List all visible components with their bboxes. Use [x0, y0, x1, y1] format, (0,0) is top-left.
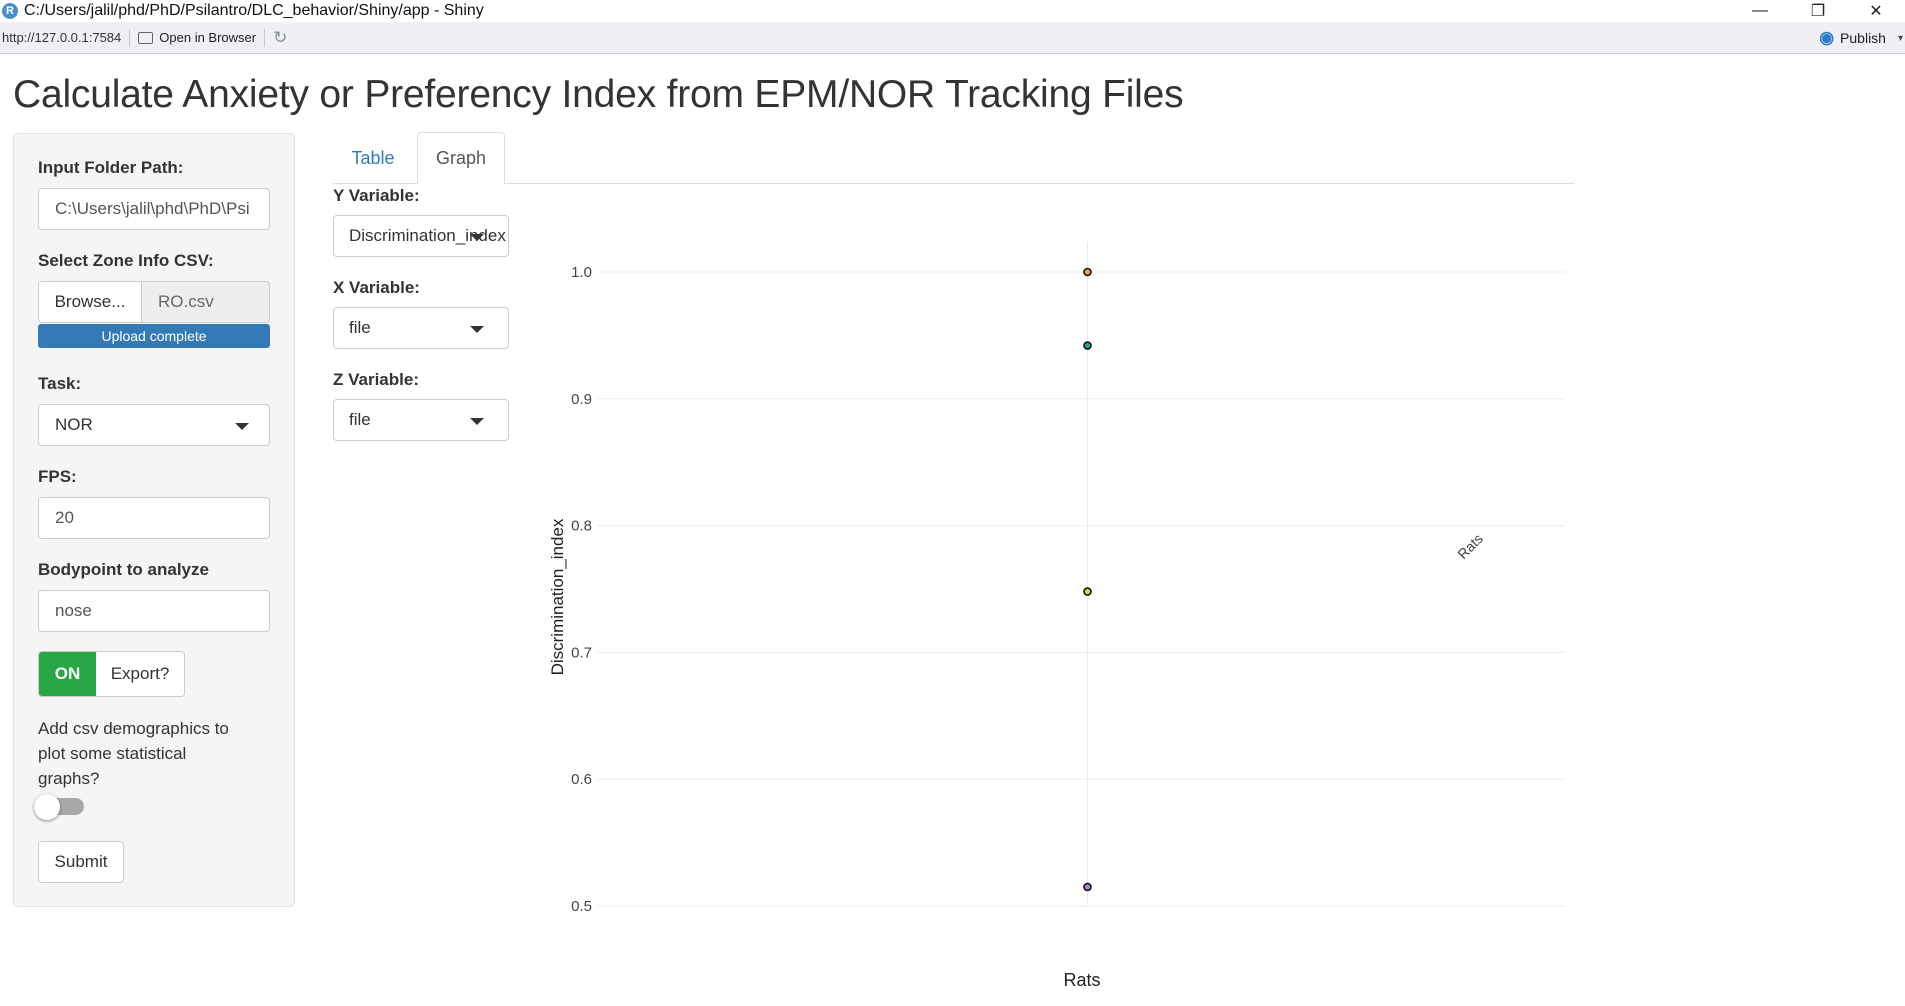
z-variable-select[interactable]: file: [333, 399, 509, 441]
y-tick-label: 0.6: [571, 771, 592, 788]
chart-grid: [597, 242, 1565, 907]
selected-file-name: RO.csv: [142, 281, 270, 323]
y-tick-label: 1.0: [571, 264, 592, 281]
upload-progress-bar: Upload complete: [38, 324, 270, 348]
demographics-toggle[interactable]: [34, 794, 86, 820]
browser-window-icon: [138, 31, 154, 44]
tab-table[interactable]: Table: [333, 132, 413, 184]
folder-path-label: Input Folder Path:: [38, 158, 184, 177]
data-point[interactable]: [1083, 267, 1092, 277]
caret-down-icon: [470, 326, 484, 333]
x-tick-label: Rats: [1454, 530, 1486, 562]
refresh-icon[interactable]: ↻: [273, 28, 287, 48]
close-button[interactable]: ✕: [1847, 0, 1905, 22]
y-variable-label: Y Variable:: [333, 186, 420, 205]
publish-icon: ◉: [1819, 28, 1835, 47]
export-switch[interactable]: ON Export?: [38, 651, 185, 697]
demographics-label: Add csv demographics to plot some statis…: [38, 719, 229, 788]
toolbar-divider: [129, 28, 131, 47]
publish-button[interactable]: ◉ Publish ▾: [1819, 22, 1903, 54]
y-tick-labels: Rats 0.5 0.6 0.7 0.8 0.9 1.0: [571, 264, 1486, 915]
submit-button[interactable]: Submit: [38, 841, 124, 883]
window-titlebar: R C:/Users/jalil/phd/PhD/Psilantro/DLC_b…: [0, 0, 1905, 22]
caret-down-icon: [470, 234, 484, 241]
sidebar-panel: Input Folder Path: C:\Users\jalil\phd\Ph…: [13, 133, 295, 907]
data-point[interactable]: [1083, 882, 1092, 892]
y-variable-select[interactable]: Discrimination_index: [333, 215, 509, 257]
chevron-down-icon[interactable]: ▾: [1898, 33, 1903, 44]
toggle-knob: [34, 794, 60, 820]
task-select[interactable]: NOR: [38, 404, 270, 446]
caret-down-icon: [235, 423, 249, 430]
x-variable-value: file: [349, 318, 371, 337]
window-title: C:/Users/jalil/phd/PhD/Psilantro/DLC_beh…: [24, 2, 484, 19]
url-text: http://127.0.0.1:7584: [2, 30, 122, 45]
bodypoint-label: Bodypoint to analyze: [38, 560, 209, 579]
page-title: Calculate Anxiety or Preferency Index fr…: [13, 73, 1184, 116]
z-variable-value: file: [349, 410, 371, 429]
restore-button[interactable]: ❐: [1789, 0, 1847, 22]
minimize-button[interactable]: —: [1731, 0, 1789, 22]
fps-input[interactable]: 20: [38, 497, 270, 539]
viewer-toolbar: http://127.0.0.1:7584 Open in Browser ↻ …: [0, 22, 1905, 54]
folder-path-input[interactable]: C:\Users\jalil\phd\PhD\Psi: [38, 188, 270, 230]
publish-label: Publish: [1840, 30, 1886, 46]
x-variable-select[interactable]: file: [333, 307, 509, 349]
fps-label: FPS:: [38, 467, 77, 486]
data-point[interactable]: [1083, 587, 1092, 596]
bodypoint-input[interactable]: nose: [38, 590, 270, 632]
window-controls: — ❐ ✕: [1731, 0, 1905, 22]
x-variable-label: X Variable:: [333, 278, 420, 297]
task-selected-value: NOR: [55, 415, 93, 434]
zone-csv-file-input: Browse... RO.csv: [38, 281, 270, 323]
task-label: Task:: [38, 374, 82, 393]
caret-down-icon: [470, 418, 484, 425]
y-axis-title: Discrimination_index: [548, 518, 567, 675]
open-in-browser-button[interactable]: Open in Browser: [138, 30, 256, 45]
export-label: Export?: [96, 652, 184, 696]
tab-bar: Table Graph: [333, 132, 1574, 185]
export-on-toggle[interactable]: ON: [39, 652, 96, 696]
data-point[interactable]: [1083, 341, 1092, 350]
toolbar-divider: [264, 28, 266, 47]
browse-button[interactable]: Browse...: [38, 281, 142, 323]
tab-graph[interactable]: Graph: [417, 132, 505, 185]
zone-csv-label: Select Zone Info CSV:: [38, 251, 214, 270]
y-tick-label: 0.9: [571, 391, 592, 408]
x-axis-title: Rats: [1063, 970, 1100, 990]
z-variable-label: Z Variable:: [333, 370, 419, 389]
r-logo-icon: R: [2, 3, 18, 19]
y-tick-label: 0.7: [571, 644, 592, 661]
scatter-chart: Rats 0.5 0.6 0.7 0.8 0.9 1.0 Rats Discriminati…: [548, 242, 1565, 990]
open-in-browser-label: Open in Browser: [159, 30, 257, 45]
y-tick-label: 0.8: [571, 518, 592, 535]
y-tick-label: 0.5: [571, 898, 592, 915]
